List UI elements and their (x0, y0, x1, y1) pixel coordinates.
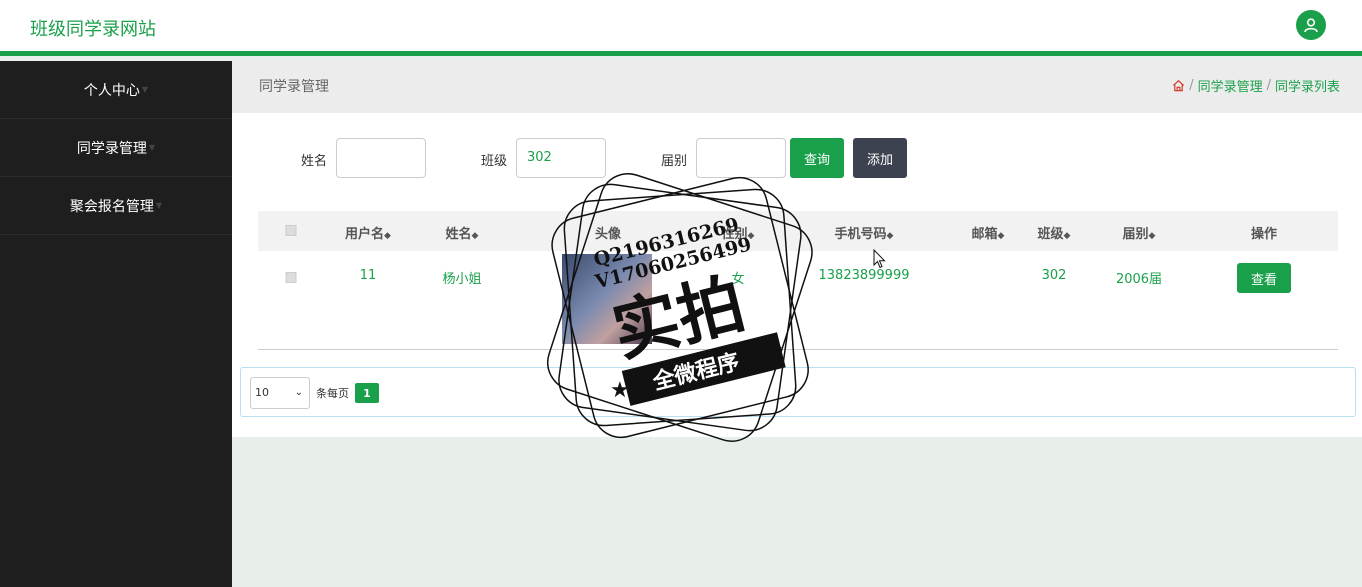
per-page-label: 条每页 (316, 387, 349, 400)
sidebar-item-label: 个人中心 (83, 82, 140, 99)
sort-icon: ◆ (1148, 231, 1156, 241)
view-button[interactable]: 查看 (1237, 263, 1291, 293)
chevron-down-icon: ▼ (155, 201, 163, 210)
name-label: 姓名 (301, 154, 328, 169)
user-avatar-button[interactable] (1296, 10, 1326, 40)
sort-icon: ◆ (886, 231, 894, 241)
sort-icon: ◆ (1063, 231, 1071, 241)
breadcrumb-link-classmate-management[interactable]: 同学录管理 (1198, 76, 1263, 95)
sort-icon: ◆ (471, 231, 479, 241)
breadcrumb-link-classmate-list[interactable]: 同学录列表 (1275, 76, 1340, 95)
breadcrumb-separator: / (1266, 78, 1271, 93)
sort-icon: ◆ (384, 231, 391, 241)
sidebar-item-classmate-management[interactable]: 同学录管理 ▼ (0, 119, 232, 177)
column-header-name[interactable]: 姓名◆ (446, 223, 479, 242)
column-header-email[interactable]: 邮箱◆ (972, 223, 1005, 242)
star-icon: ★ (610, 378, 630, 403)
column-header-class[interactable]: 班级◆ (1038, 223, 1071, 242)
sidebar-item-reunion-signup[interactable]: 聚会报名管理 ▼ (0, 177, 232, 235)
page-number-button[interactable]: 1 (355, 383, 379, 403)
column-header-username[interactable]: 用户名◆ (345, 223, 391, 242)
column-header-phone[interactable]: 手机号码◆ (835, 223, 894, 242)
sort-icon: ◆ (997, 231, 1005, 241)
cell-session: 2006届 (1115, 272, 1163, 287)
home-icon[interactable] (1172, 79, 1185, 92)
class-label: 班级 (481, 154, 508, 169)
user-icon (1304, 18, 1318, 33)
select-all-checkbox[interactable] (285, 225, 297, 236)
sidebar-item-label: 聚会报名管理 (69, 198, 154, 215)
star-icon: ★ (764, 338, 784, 363)
chevron-down-icon: ⌄ (294, 387, 303, 398)
cell-phone: 13823899999 (818, 268, 910, 283)
chevron-down-icon: ▼ (148, 143, 156, 152)
sidebar-item-personal-center[interactable]: 个人中心 ▼ (0, 61, 232, 119)
cell-name: 杨小姐 (442, 272, 482, 287)
page-header: 同学录管理 / 同学录管理 / 同学录列表 (232, 61, 1362, 113)
watermark-stamp: Q2196316269 V17060256499 实拍 全微程序 ★ ★ (546, 173, 813, 442)
mouse-cursor-icon (873, 249, 886, 269)
page-title: 同学录管理 (259, 79, 329, 95)
breadcrumb-separator: / (1189, 78, 1194, 93)
cell-username: 11 (359, 268, 377, 283)
add-button[interactable]: 添加 (853, 138, 907, 178)
chevron-down-icon: ▼ (141, 85, 149, 94)
cell-class: 302 (1041, 268, 1067, 283)
breadcrumb: / 同学录管理 / 同学录列表 (1172, 76, 1340, 95)
top-bar: 班级同学录网站 (0, 0, 1362, 56)
column-header-session[interactable]: 届别◆ (1123, 223, 1156, 242)
sidebar-item-label: 同学录管理 (76, 140, 147, 157)
page-size-select[interactable]: 10 ⌄ (250, 377, 310, 409)
row-checkbox[interactable] (285, 272, 297, 283)
name-input[interactable] (336, 138, 426, 178)
sidebar: 个人中心 ▼ 同学录管理 ▼ 聚会报名管理 ▼ (0, 61, 232, 587)
page-size-value: 10 (255, 386, 269, 399)
app-title: 班级同学录网站 (30, 19, 156, 40)
column-header-actions: 操作 (1250, 227, 1278, 242)
